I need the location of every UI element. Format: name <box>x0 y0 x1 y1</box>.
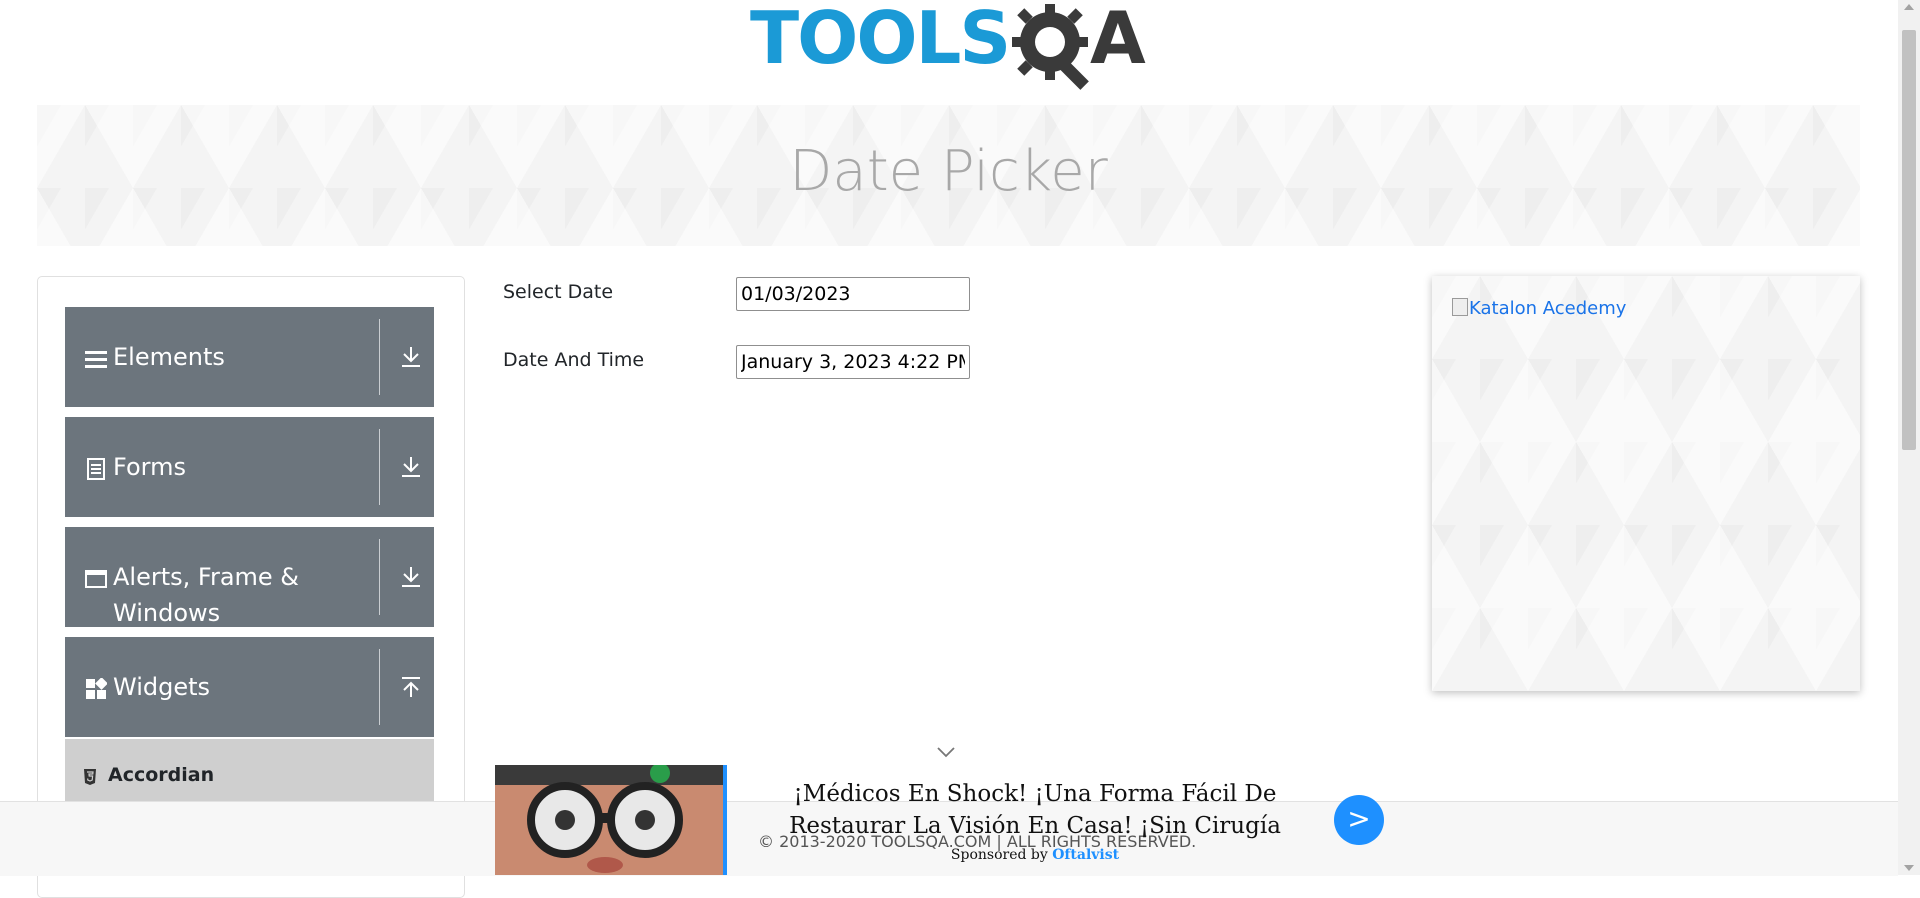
sidebar-group-label-line2: Windows <box>113 599 221 627</box>
toolsqa-logo[interactable]: TOOLS A <box>750 0 1155 95</box>
sidebar-group-label: Forms <box>113 453 186 481</box>
widgets-grid-icon <box>86 678 107 699</box>
broken-image-icon <box>1452 298 1468 316</box>
sidebar-group-widgets[interactable]: Widgets <box>65 637 434 737</box>
select-date-label: Select Date <box>503 281 614 303</box>
sidebar-item-label: Accordian <box>108 764 215 786</box>
sidebar-group-label: Elements <box>113 343 225 371</box>
sponsor-name[interactable]: Oftalvist <box>1052 847 1119 863</box>
scroll-down-arrow-icon[interactable] <box>1904 865 1914 871</box>
ad-panel: Katalon Acedemy <box>1432 276 1860 691</box>
page-title: Date Picker <box>789 139 1108 204</box>
upload-arrow-icon[interactable] <box>400 675 422 699</box>
sidebar-group-alerts-frame-windows[interactable]: Alerts, Frame & Windows <box>65 527 434 627</box>
page-banner: Date Picker <box>37 105 1860 246</box>
ad-go-button[interactable]: > <box>1334 795 1384 845</box>
document-list-icon <box>87 458 105 480</box>
scroll-thumb[interactable] <box>1902 30 1916 450</box>
eyeglasses-image <box>495 765 723 875</box>
sidebar-group-elements[interactable]: Elements <box>65 307 434 407</box>
date-and-time-input[interactable] <box>736 345 970 379</box>
image-alt-text: Katalon Acedemy <box>1469 298 1627 319</box>
divider <box>379 429 380 505</box>
katalon-academy-link[interactable]: Katalon Acedemy <box>1452 298 1626 319</box>
divider <box>379 319 380 395</box>
download-arrow-icon[interactable] <box>400 455 422 479</box>
logo-text-tools: TOOLS <box>750 0 1011 80</box>
divider <box>379 649 380 725</box>
sponsor-prefix: Sponsored by <box>950 847 1048 863</box>
sidebar-item-accordian[interactable]: Accordian <box>65 739 434 809</box>
logo-text-a: A <box>1090 0 1146 80</box>
select-date-input[interactable] <box>736 277 970 311</box>
download-arrow-icon[interactable] <box>400 345 422 369</box>
scroll-up-arrow-icon[interactable] <box>1904 4 1914 10</box>
ad-accent-bar <box>723 765 727 875</box>
sidebar-group-forms[interactable]: Forms <box>65 417 434 517</box>
ad-image[interactable] <box>495 765 723 875</box>
date-and-time-label: Date And Time <box>503 349 645 371</box>
ad-headline[interactable]: ¡Médicos En Shock! ¡Una Forma Fácil De R… <box>740 778 1330 842</box>
divider <box>379 539 380 615</box>
html5-icon <box>84 769 96 785</box>
sidebar-group-label: Widgets <box>113 673 211 701</box>
ad-sponsor: Sponsored by Oftalvist <box>740 847 1330 863</box>
chevron-down-icon[interactable] <box>936 746 956 758</box>
sidebar-group-label: Alerts, Frame & <box>113 563 300 591</box>
page-scrollbar[interactable] <box>1898 0 1920 875</box>
hamburger-icon <box>85 351 107 368</box>
download-arrow-icon[interactable] <box>400 565 422 589</box>
browser-window-icon <box>85 570 107 588</box>
